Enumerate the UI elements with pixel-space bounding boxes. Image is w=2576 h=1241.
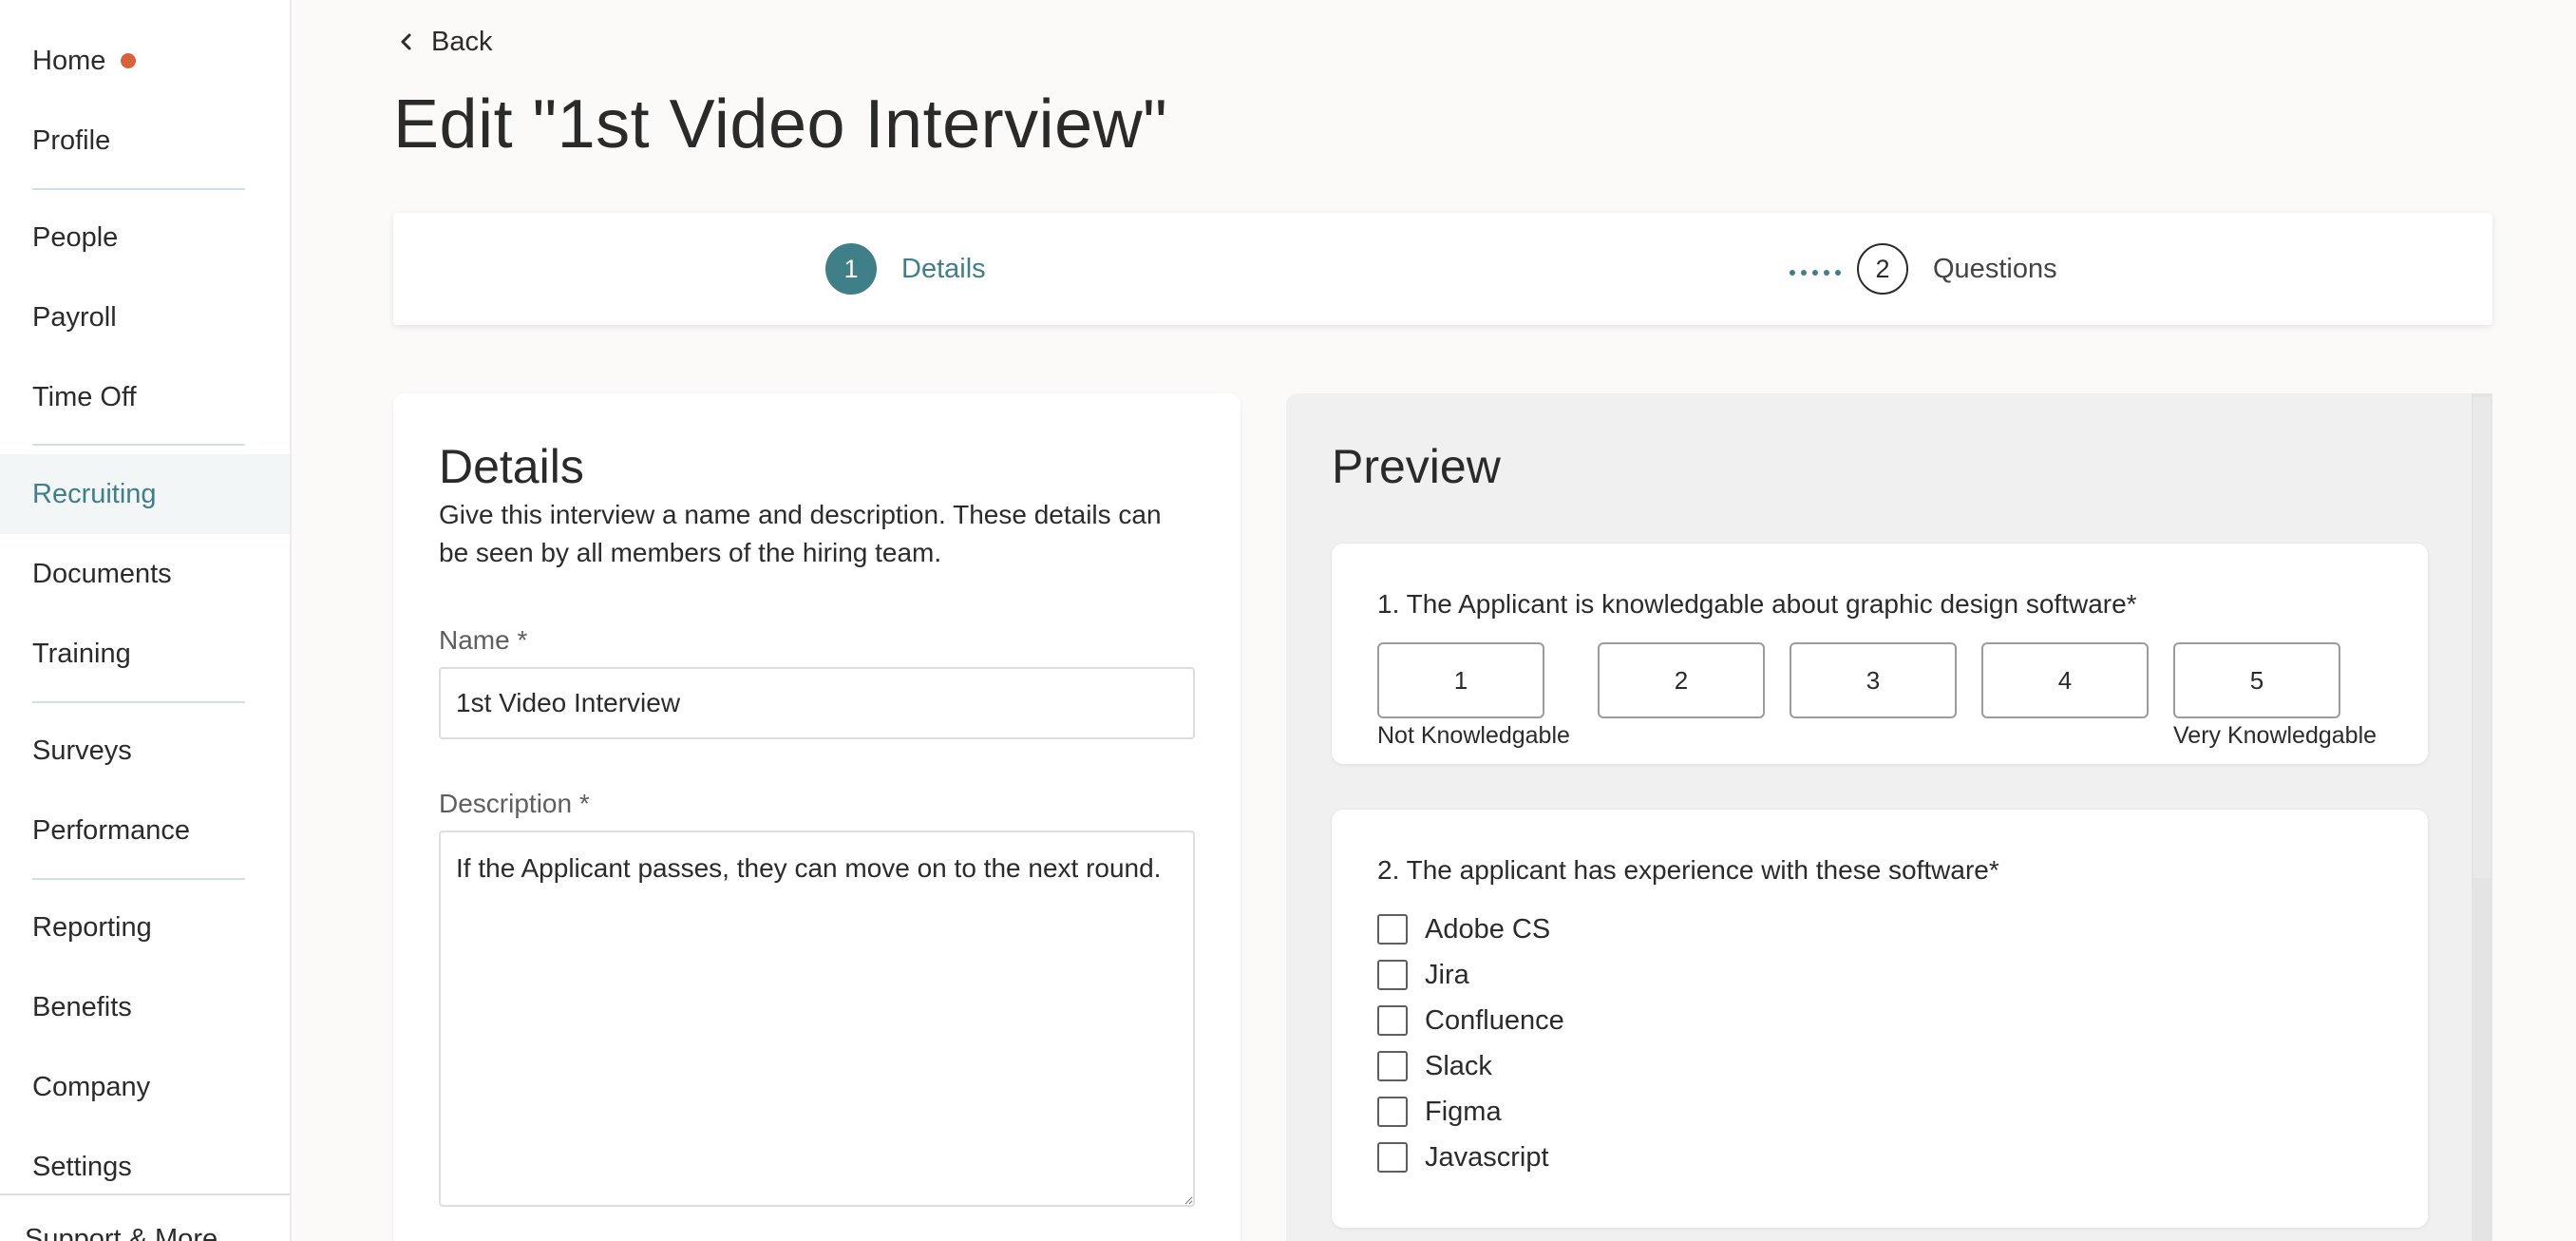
sidebar-item-label: Profile (32, 124, 111, 156)
checkbox-icon[interactable] (1377, 914, 1408, 945)
checkbox-option-slack[interactable]: Slack (1377, 1049, 1492, 1083)
rating-option-1[interactable]: 1 (1377, 642, 1544, 718)
step-label: Details (901, 253, 986, 284)
question-text: 1. The Applicant is knowledgable about g… (1377, 589, 2137, 619)
checkbox-option-jira[interactable]: Jira (1377, 958, 1469, 992)
step-label: Questions (1933, 253, 2057, 284)
sidebar-item-label: Home (32, 45, 106, 76)
description-label: Description * (439, 789, 590, 818)
checkbox-icon[interactable] (1377, 960, 1408, 990)
sidebar-item-label: Documents (32, 558, 172, 589)
checkbox-icon[interactable] (1377, 1051, 1408, 1081)
scrollbar-thumb[interactable] (2473, 397, 2491, 878)
sidebar-divider (32, 444, 245, 446)
sidebar-item-label: People (32, 221, 119, 253)
question-card-checklist: 2. The applicant has experience with the… (1332, 810, 2428, 1228)
rating-option-5[interactable]: 5 (2173, 642, 2340, 718)
preview-title: Preview (1332, 440, 1501, 493)
checkbox-option-confluence[interactable]: Confluence (1377, 1003, 1564, 1038)
sidebar-item-label: Reporting (32, 911, 152, 943)
checkbox-label: Javascript (1425, 1141, 1549, 1173)
rating-min-label: Not Knowledgable (1377, 722, 1570, 749)
sidebar-item-training[interactable]: Training (0, 614, 290, 694)
sidebar-item-home[interactable]: Home (0, 21, 290, 101)
sidebar-item-performance[interactable]: Performance (0, 791, 290, 870)
rating-option-4[interactable]: 4 (1981, 642, 2149, 718)
sidebar-item-label: Settings (32, 1151, 132, 1182)
step-number-badge: 1 (825, 243, 877, 295)
step-questions[interactable]: 2 Questions (1857, 243, 2057, 295)
back-link[interactable]: Back (399, 21, 492, 63)
sidebar-item-surveys[interactable]: Surveys (0, 711, 290, 791)
sidebar-item-profile[interactable]: Profile (0, 101, 290, 181)
sidebar-item-label: Company (32, 1071, 151, 1102)
sidebar-divider (0, 1193, 290, 1195)
page-title: Edit "1st Video Interview" (393, 86, 1168, 162)
sidebar-item-recruiting[interactable]: Recruiting (0, 454, 290, 534)
sidebar-divider (32, 701, 245, 703)
details-title: Details (439, 440, 584, 493)
sidebar-item-people[interactable]: People (0, 198, 290, 277)
sidebar-item-label: Training (32, 638, 131, 669)
sidebar-item-label: Payroll (32, 301, 117, 333)
step-number-badge: 2 (1857, 243, 1908, 295)
name-label: Name * (439, 625, 528, 655)
sidebar-item-label: Time Off (32, 381, 137, 412)
rating-option-2[interactable]: 2 (1598, 642, 1765, 718)
description-textarea[interactable]: If the Applicant passes, they can move o… (439, 831, 1195, 1207)
sidebar-divider (32, 188, 245, 190)
rating-option-3[interactable]: 3 (1790, 642, 1957, 718)
checkbox-option-javascript[interactable]: Javascript (1377, 1140, 1549, 1174)
checkbox-icon[interactable] (1377, 1142, 1408, 1173)
notification-dot-icon (121, 53, 137, 68)
checkbox-label: Jira (1425, 959, 1469, 990)
preview-panel: Preview 1. The Applicant is knowledgable… (1286, 393, 2492, 1241)
sidebar-item-company[interactable]: Company (0, 1047, 290, 1127)
sidebar-item-benefits[interactable]: Benefits (0, 967, 290, 1047)
sidebar-item-reporting[interactable]: Reporting (0, 888, 290, 967)
sidebar-item-payroll[interactable]: Payroll (0, 277, 290, 357)
stepper: 1 Details 2 Questions (393, 213, 2492, 325)
question-card-rating: 1. The Applicant is knowledgable about g… (1332, 544, 2428, 764)
sidebar: Home Profile People Payroll Time Off Rec… (0, 0, 292, 1241)
name-input[interactable] (439, 667, 1195, 739)
checkbox-label: Figma (1425, 1096, 1502, 1127)
rating-max-label: Very Knowledgable (2173, 722, 2377, 749)
checkbox-option-figma[interactable]: Figma (1377, 1095, 1502, 1129)
question-text: 2. The applicant has experience with the… (1377, 855, 1999, 885)
sidebar-item-time-off[interactable]: Time Off (0, 357, 290, 437)
sidebar-divider (32, 878, 245, 880)
sidebar-item-support[interactable]: Support & More (25, 1224, 218, 1241)
back-label: Back (431, 26, 493, 57)
step-connector-dots (1790, 270, 1841, 276)
checkbox-option-adobe-cs[interactable]: Adobe CS (1377, 912, 1550, 946)
sidebar-item-label: Performance (32, 814, 191, 846)
checkbox-label: Slack (1425, 1050, 1492, 1081)
details-description: Give this interview a name and descripti… (439, 500, 1162, 567)
sidebar-item-label: Benefits (32, 991, 132, 1022)
step-details[interactable]: 1 Details (825, 243, 986, 295)
checkbox-label: Confluence (1425, 1004, 1564, 1036)
sidebar-item-label: Recruiting (32, 478, 157, 509)
sidebar-item-label: Surveys (32, 735, 132, 766)
checkbox-label: Adobe CS (1425, 913, 1551, 945)
checkbox-icon[interactable] (1377, 1097, 1408, 1127)
sidebar-item-documents[interactable]: Documents (0, 534, 290, 614)
chevron-left-icon (401, 33, 411, 50)
preview-scrollbar[interactable] (2472, 393, 2492, 1241)
checkbox-icon[interactable] (1377, 1005, 1408, 1036)
details-card: Details Give this interview a name and d… (393, 393, 1241, 1241)
